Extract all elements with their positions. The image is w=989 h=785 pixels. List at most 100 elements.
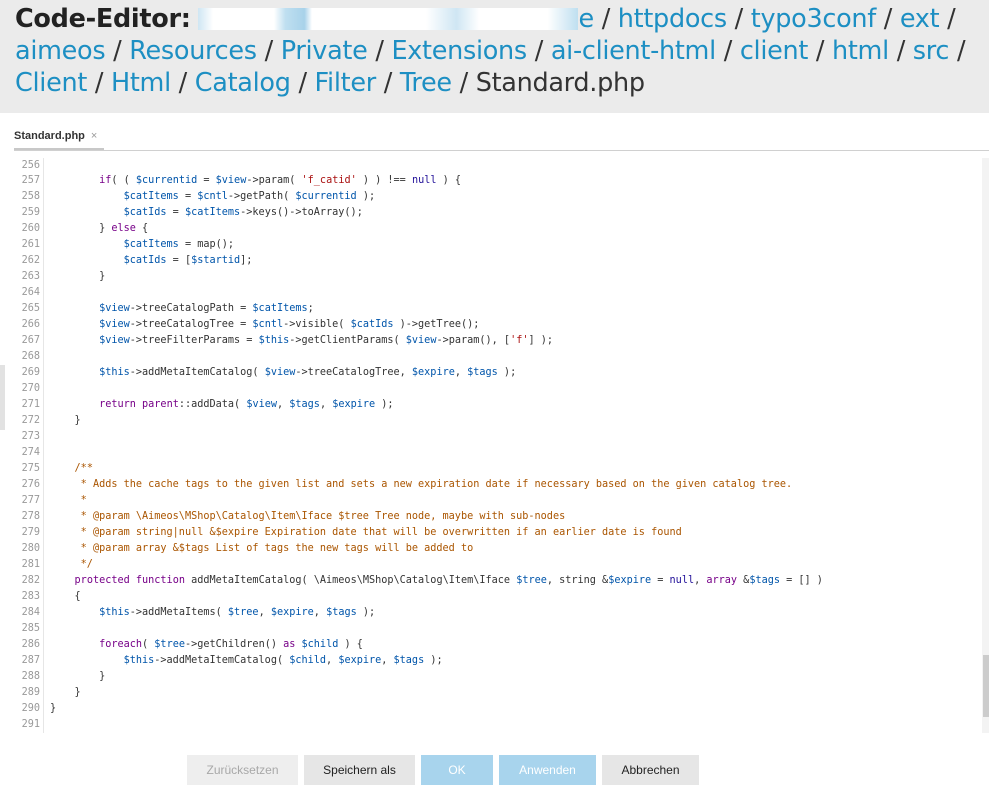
code-text: $this->addMetaItemCatalog( $view->treeCa… — [99, 367, 517, 378]
button-bar — [0, 740, 989, 785]
line-number: 273 — [21, 431, 40, 442]
code-line: 288 } — [8, 669, 982, 685]
breadcrumb-host-tail[interactable]: e — [578, 4, 594, 34]
line-number: 282 — [21, 575, 40, 586]
code-line: 279 * @param string|null &$expire Expira… — [8, 525, 982, 541]
code-line: 259 $catIds = $catItems->keys()->toArray… — [8, 205, 982, 221]
code-line: 282 protected function addMetaItemCatalo… — [8, 573, 982, 589]
line-number: 284 — [21, 607, 40, 618]
line-number: 278 — [21, 511, 40, 522]
breadcrumb-client-upper[interactable]: Client — [15, 68, 87, 98]
line-number: 265 — [21, 303, 40, 314]
close-icon[interactable]: × — [91, 130, 97, 142]
editor-scrollbar-thumb[interactable] — [983, 655, 989, 717]
breadcrumb-html-upper[interactable]: Html — [111, 68, 171, 98]
editor-scrollbar[interactable] — [982, 158, 989, 733]
code-text: $catItems = map(); — [123, 239, 235, 250]
code-editor[interactable]: 256 257 if( ( $currentid = $view->param(… — [8, 158, 982, 733]
code-text: $catItems = $cntl->getPath( $currentid )… — [123, 191, 376, 202]
ok-button[interactable]: OK — [421, 755, 493, 785]
breadcrumb-extensions[interactable]: Extensions — [391, 36, 527, 66]
line-number: 285 — [21, 623, 40, 634]
breadcrumb-aimeos[interactable]: aimeos — [15, 36, 106, 66]
code-text: } else { — [50, 223, 149, 234]
breadcrumb: Code-Editor: e / httpdocs / typo3conf / … — [15, 4, 966, 98]
left-resize-handle[interactable] — [0, 365, 5, 430]
code-line: 275 /** — [8, 461, 982, 477]
line-number: 258 — [21, 191, 40, 202]
code-text: $view->treeFilterParams = $this->getClie… — [99, 335, 554, 346]
line-number: 287 — [21, 655, 40, 666]
code-text: * — [80, 495, 87, 506]
line-number: 260 — [21, 223, 40, 234]
line-number: 277 — [21, 495, 40, 506]
code-text: } — [50, 271, 106, 282]
breadcrumb-private[interactable]: Private — [281, 36, 368, 66]
breadcrumb-ai-client-html[interactable]: ai-client-html — [551, 36, 716, 66]
code-line: 263 } — [8, 269, 982, 285]
breadcrumb-ext[interactable]: ext — [900, 4, 940, 34]
code-line: 256 — [8, 158, 982, 174]
code-text: * @param \Aimeos\MShop\Catalog\Item\Ifac… — [80, 511, 566, 522]
line-number: 270 — [21, 383, 40, 394]
breadcrumb-src[interactable]: src — [913, 36, 950, 66]
code-text: foreach( $tree->getChildren() as $child … — [99, 639, 363, 650]
line-number: 264 — [21, 287, 40, 298]
tab-standard-php[interactable]: Standard.php × — [14, 130, 97, 142]
line-number: 271 — [21, 399, 40, 410]
code-line: 271 return parent::addData( $view, $tags… — [8, 397, 982, 413]
tab-label: Standard.php — [14, 130, 85, 142]
breadcrumb-resources[interactable]: Resources — [129, 36, 257, 66]
code-line: 262 $catIds = [$startid]; — [8, 253, 982, 269]
code-text: $this->addMetaItems( $tree, $expire, $ta… — [99, 607, 376, 618]
code-text: $view->treeCatalogTree = $cntl->visible(… — [99, 319, 480, 330]
code-line: 272 } — [8, 413, 982, 429]
line-number: 267 — [21, 335, 40, 346]
code-line: 268 — [8, 349, 982, 365]
code-line: 287 $this->addMetaItemCatalog( $child, $… — [8, 653, 982, 669]
breadcrumb-typo3conf[interactable]: typo3conf — [751, 4, 876, 34]
line-number: 276 — [21, 479, 40, 490]
line-number: 280 — [21, 543, 40, 554]
code-line: 281 */ — [8, 557, 982, 573]
editor-header: Code-Editor: e / httpdocs / typo3conf / … — [0, 0, 989, 113]
code-text: } — [50, 703, 57, 714]
code-line: 261 $catItems = map(); — [8, 237, 982, 253]
breadcrumb-catalog[interactable]: Catalog — [195, 68, 291, 98]
line-number: 275 — [21, 463, 40, 474]
breadcrumb-client[interactable]: client — [740, 36, 809, 66]
code-text: return parent::addData( $view, $tags, $e… — [99, 399, 394, 410]
reset-button[interactable]: Zurücksetzen — [187, 755, 298, 785]
code-text: $view->treeCatalogPath = $catItems; — [99, 303, 314, 314]
code-line: 267 $view->treeFilterParams = $this->get… — [8, 333, 982, 349]
code-text: } — [50, 671, 106, 682]
code-line: 277 * — [8, 493, 982, 509]
breadcrumb-filter[interactable]: Filter — [315, 68, 377, 98]
code-line: 284 $this->addMetaItems( $tree, $expire,… — [8, 605, 982, 621]
code-line: 290} — [8, 701, 982, 717]
code-line: 274 — [8, 445, 982, 461]
code-line: 269 $this->addMetaItemCatalog( $view->tr… — [8, 365, 982, 381]
save-as-button[interactable]: Speichern als — [304, 755, 415, 785]
code-line: 280 * @param array &$tags List of tags t… — [8, 541, 982, 557]
code-text: if( ( $currentid = $view->param( 'f_cati… — [99, 175, 462, 186]
editor-tab-bar: Standard.php × — [0, 113, 989, 149]
line-number: 279 — [21, 527, 40, 538]
line-number: 261 — [21, 239, 40, 250]
breadcrumb-httpdocs[interactable]: httpdocs — [618, 4, 727, 34]
code-text: * @param string|null &$expire Expiration… — [80, 527, 682, 538]
code-line: 283 { — [8, 589, 982, 605]
apply-button[interactable]: Anwenden — [499, 755, 596, 785]
redacted-hostname — [198, 8, 579, 30]
code-line: 260 } else { — [8, 221, 982, 237]
code-line: 270 — [8, 381, 982, 397]
line-number: 283 — [21, 591, 40, 602]
cancel-button[interactable]: Abbrechen — [602, 755, 699, 785]
line-number: 257 — [21, 175, 40, 186]
code-line: 265 $view->treeCatalogPath = $catItems; — [8, 301, 982, 317]
breadcrumb-tree[interactable]: Tree — [400, 68, 452, 98]
breadcrumb-html[interactable]: html — [832, 36, 889, 66]
code-text: $catIds = [$startid]; — [123, 255, 253, 266]
line-number: 274 — [21, 447, 40, 458]
line-number: 266 — [21, 319, 40, 330]
